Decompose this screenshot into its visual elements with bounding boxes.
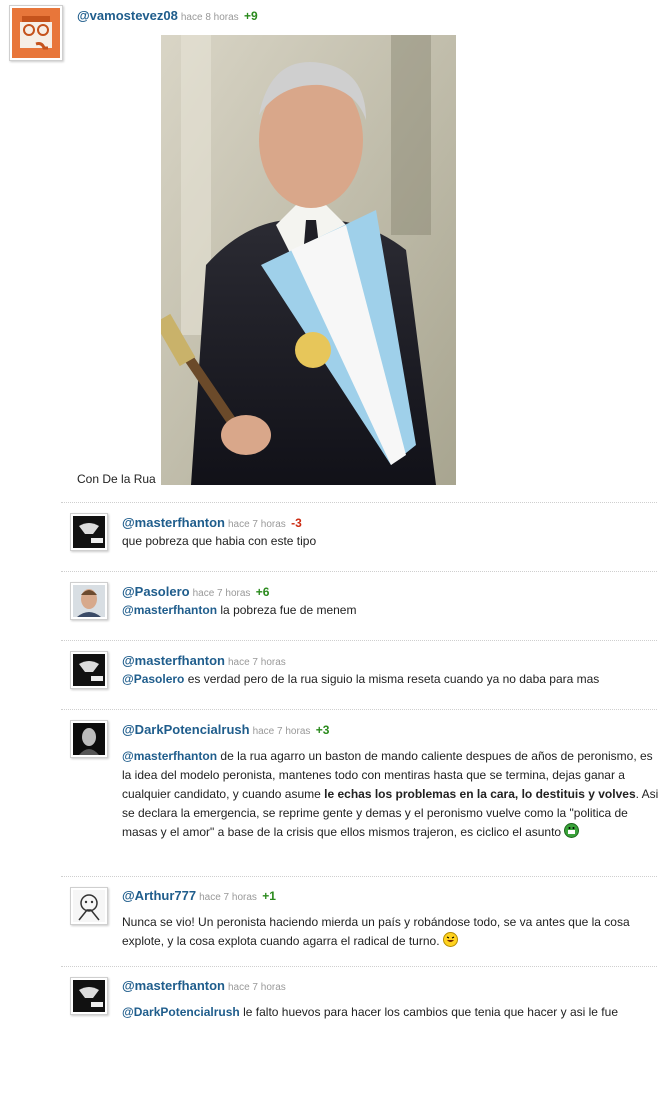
- reply-text: @masterfhanton la pobreza fue de menem: [122, 603, 357, 617]
- avatar[interactable]: [70, 887, 108, 925]
- separator: [61, 966, 657, 967]
- reply-timestamp: hace 7 horas: [252, 726, 311, 737]
- separator: [61, 640, 657, 641]
- separator: [61, 502, 657, 503]
- reply: @masterfhanton hace 7 horas @DarkPotencia…: [122, 977, 662, 1022]
- reply-score: +1: [262, 889, 276, 903]
- post-image[interactable]: [161, 35, 456, 485]
- avatar[interactable]: [70, 977, 108, 1015]
- reply-text: @Pasolero es verdad pero de la rua sigui…: [122, 672, 600, 686]
- mention-link[interactable]: @Pasolero: [122, 672, 184, 686]
- reply-timestamp: hace 7 horas: [227, 982, 286, 993]
- reply: @masterfhanton hace 7 horas -3 que pobrez…: [122, 514, 662, 551]
- avatar[interactable]: [70, 720, 108, 758]
- post-header: @vamostevez08 hace 8 horas +9: [77, 7, 258, 25]
- reply-user-link[interactable]: @masterfhanton: [122, 515, 225, 530]
- reply-timestamp: hace 7 horas: [227, 657, 286, 668]
- separator: [61, 876, 657, 877]
- grin-smiley-icon: [564, 823, 580, 838]
- reply-text: Nunca se vio! Un peronista haciendo mier…: [122, 915, 630, 948]
- reply-user-link[interactable]: @Pasolero: [122, 584, 190, 599]
- reply-score: +3: [315, 723, 330, 737]
- mention-link[interactable]: @masterfhanton: [122, 749, 217, 763]
- reply-timestamp: hace 7 horas: [199, 892, 257, 903]
- reply-score: -3: [291, 516, 302, 530]
- reply-user-link[interactable]: @DarkPotencialrush: [122, 722, 250, 737]
- post-user-link[interactable]: @vamostevez08: [77, 8, 178, 23]
- reply-score: +6: [255, 585, 270, 599]
- reply-user-link[interactable]: @masterfhanton: [122, 653, 225, 668]
- reply: @DarkPotencialrush hace 7 horas +3 @maste…: [122, 721, 662, 842]
- reply-text: @masterfhanton de la rua agarro un basto…: [122, 749, 659, 839]
- laughing-smiley-icon: [442, 932, 458, 947]
- reply-user-link[interactable]: @masterfhanton: [122, 978, 225, 993]
- separator: [61, 571, 657, 572]
- post-score: +9: [244, 9, 258, 23]
- post-caption: Con De la Rua: [77, 472, 156, 486]
- post-timestamp: hace 8 horas: [180, 12, 239, 23]
- reply-user-link[interactable]: @Arthur777: [122, 888, 196, 903]
- reply-timestamp: hace 7 horas: [192, 588, 251, 599]
- reply: @Arthur777 hace 7 horas +1 Nunca se vio! …: [122, 887, 662, 951]
- avatar[interactable]: [9, 5, 63, 61]
- avatar[interactable]: [70, 582, 108, 620]
- mention-link[interactable]: @masterfhanton: [122, 603, 217, 617]
- reply-text: que pobreza que habia con este tipo: [122, 534, 317, 548]
- avatar[interactable]: [70, 651, 108, 689]
- reply: @masterfhanton hace 7 horas @Pasolero es …: [122, 652, 662, 689]
- reply: @Pasolero hace 7 horas +6 @masterfhanton …: [122, 583, 662, 620]
- mention-link[interactable]: @DarkPotencialrush: [122, 1005, 240, 1019]
- reply-text: @DarkPotencialrush le falto huevos para …: [122, 1005, 618, 1019]
- separator: [61, 709, 657, 710]
- bold-text: le echas los problemas en la cara, lo de…: [324, 787, 636, 801]
- reply-timestamp: hace 7 horas: [227, 519, 286, 530]
- avatar[interactable]: [70, 513, 108, 551]
